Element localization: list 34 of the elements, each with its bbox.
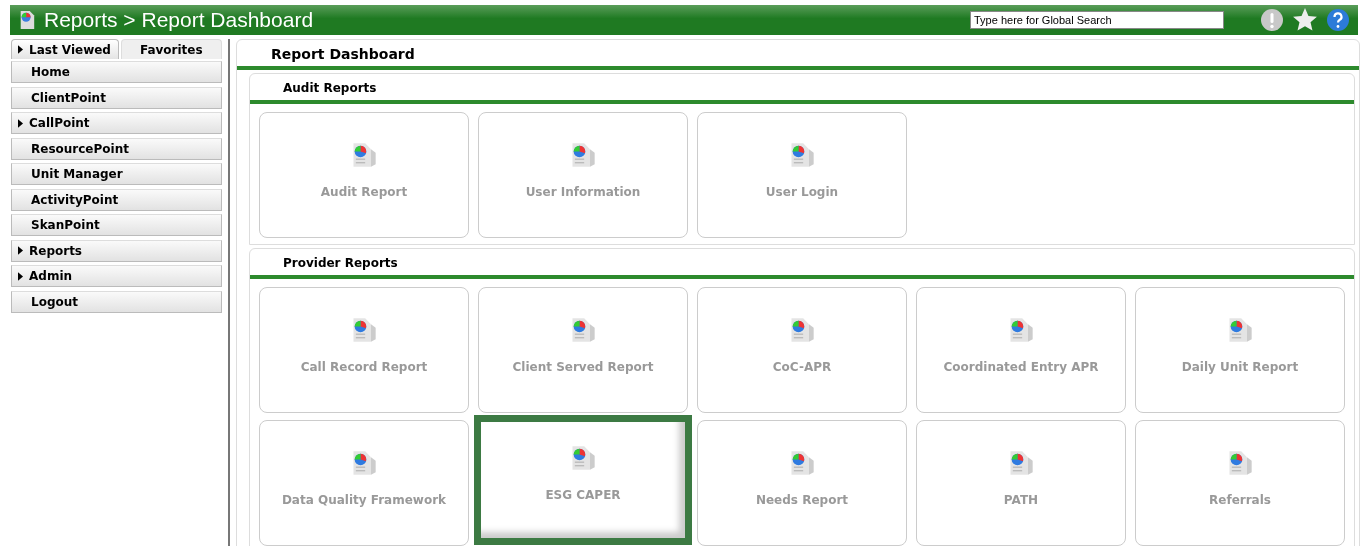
report-tile[interactable]: CoC-APR	[697, 287, 907, 413]
sidebar-item[interactable]: Reports	[11, 239, 222, 262]
report-tile[interactable]: ESG CAPER	[474, 415, 692, 545]
panel-title: Report Dashboard	[237, 40, 1359, 70]
report-tile[interactable]: Coordinated Entry APR	[916, 287, 1126, 413]
report-tile[interactable]: Needs Report	[697, 420, 907, 546]
page-title: Reports > Report Dashboard	[44, 8, 314, 32]
report-tile[interactable]: Daily Unit Report	[1135, 287, 1345, 413]
sidebar-item[interactable]: ClientPoint	[11, 86, 222, 109]
section-title: Audit Reports	[250, 74, 1354, 104]
alert-icon[interactable]	[1260, 8, 1284, 32]
section-title: Provider Reports	[250, 249, 1354, 279]
report-tile[interactable]: User Login	[697, 112, 907, 238]
sidebar-item[interactable]: Logout	[11, 290, 222, 313]
sidebar-tab[interactable]: Last Viewed	[11, 39, 119, 59]
report-tile[interactable]: Referrals	[1135, 420, 1345, 546]
report-icon	[18, 9, 36, 31]
sidebar-item[interactable]: Admin	[11, 265, 222, 287]
search-field[interactable]: Type here for Global Search	[970, 11, 1224, 29]
star-icon[interactable]	[1292, 7, 1318, 33]
sidebar-item[interactable]: ActivityPoint	[11, 188, 222, 211]
report-tile[interactable]: Audit Report	[259, 112, 469, 238]
sidebar-tab[interactable]: Favorites	[120, 39, 222, 59]
sidebar-item[interactable]: ResourcePoint	[11, 137, 222, 160]
help-icon[interactable]	[1326, 8, 1350, 32]
sidebar-item[interactable]: SkanPoint	[11, 214, 222, 236]
report-tile[interactable]: User Information	[478, 112, 688, 238]
sidebar-item[interactable]: Home	[11, 61, 222, 83]
report-tile[interactable]: PATH	[916, 420, 1126, 546]
sidebar-item[interactable]: CallPoint	[11, 112, 222, 134]
report-tile[interactable]: Data Quality Framework	[259, 420, 469, 546]
sidebar-item[interactable]: Unit Manager	[11, 163, 222, 185]
report-tile[interactable]: Call Record Report	[259, 287, 469, 413]
report-tile[interactable]: Client Served Report	[478, 287, 688, 413]
